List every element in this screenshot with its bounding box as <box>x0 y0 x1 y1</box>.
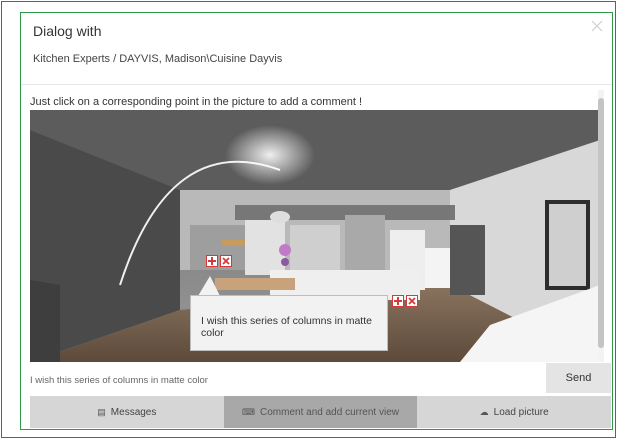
close-icon[interactable] <box>590 19 604 33</box>
cloud-upload-icon: ☁ <box>479 406 489 417</box>
kitchen-picture[interactable]: I wish this series of columns in matte c… <box>30 110 600 362</box>
tab-comment-and-add-current-view[interactable]: ⌨ Comment and add current view <box>223 396 418 428</box>
tab-label: Comment and add current view <box>260 406 399 418</box>
comment-bubble: I wish this series of columns in matte c… <box>190 295 388 351</box>
scrollbar-thumb[interactable] <box>598 98 604 348</box>
bottom-tabs: ▤ Messages ⌨ Comment and add current vie… <box>30 396 612 428</box>
comment-marker[interactable] <box>392 295 418 307</box>
instruction-text: Just click on a corresponding point in t… <box>30 96 363 108</box>
add-cross-icon[interactable] <box>206 255 218 267</box>
comment-marker[interactable] <box>206 255 232 267</box>
dialog-title: Dialog with <box>33 23 102 39</box>
dialog-window: Dialog with Kitchen Experts / DAYVIS, Ma… <box>20 12 613 430</box>
content-scrollbar[interactable] <box>598 90 604 362</box>
comment-bubble-tail <box>198 276 220 296</box>
remove-x-icon[interactable] <box>220 255 232 267</box>
tab-label: Load picture <box>493 406 549 418</box>
remove-x-icon[interactable] <box>406 295 418 307</box>
tab-load-picture[interactable]: ☁ Load picture <box>417 396 612 428</box>
content-area[interactable]: Just click on a corresponding point in t… <box>30 90 604 362</box>
message-icon: ▤ <box>97 406 106 417</box>
keyboard-icon: ⌨ <box>242 406 256 417</box>
add-cross-icon[interactable] <box>392 295 404 307</box>
send-button[interactable]: Send <box>546 363 611 393</box>
comment-input[interactable] <box>30 375 530 386</box>
dialog-subtitle: Kitchen Experts / DAYVIS, Madison\Cuisin… <box>33 53 283 65</box>
tab-label: Messages <box>110 406 157 418</box>
header-divider <box>21 84 612 85</box>
tab-messages[interactable]: ▤ Messages <box>30 396 224 428</box>
